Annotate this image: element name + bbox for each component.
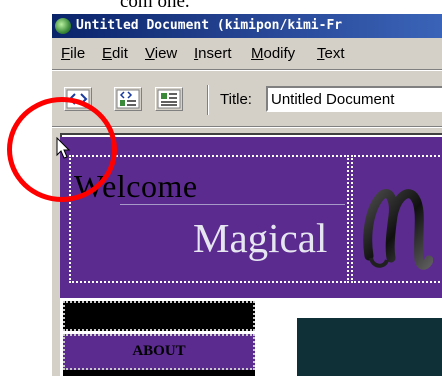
nav-about-button[interactable]: ABOUT [63,334,255,370]
background-text: com one. [120,0,190,12]
app-icon [55,18,71,34]
menu-bar: File Edit View Insert Modify Text [52,39,442,69]
magical-heading: Magical [193,215,328,261]
toolbar-separator [207,85,209,115]
highlight-circle [7,97,117,202]
nav-spacer-cell[interactable] [63,301,255,331]
welcome-divider [120,204,345,205]
split-view-button[interactable] [114,87,142,111]
nav-next-cell[interactable] [63,370,255,376]
magical-logo [363,189,433,270]
menu-insert[interactable]: Insert [194,45,232,62]
title-label: Title: [220,91,252,108]
document-toolbar: Title: Untitled Document [52,71,442,126]
content-panel [297,318,442,376]
design-view-button[interactable] [155,87,183,111]
menu-text[interactable]: Text [317,45,345,62]
menu-modify[interactable]: Modify [251,45,295,62]
menu-edit[interactable]: Edit [102,45,128,62]
menu-file[interactable]: File [61,45,85,62]
document-title-input[interactable]: Untitled Document [266,86,442,112]
design-view-icon [157,89,181,109]
window-titlebar[interactable]: Untitled Document (kimipon/kimi-Fr [52,14,442,38]
menu-view[interactable]: View [145,45,177,62]
window-title: Untitled Document (kimipon/kimi-Fr [76,18,343,33]
nav-about-label: ABOUT [132,343,186,359]
split-view-icon [116,89,140,109]
